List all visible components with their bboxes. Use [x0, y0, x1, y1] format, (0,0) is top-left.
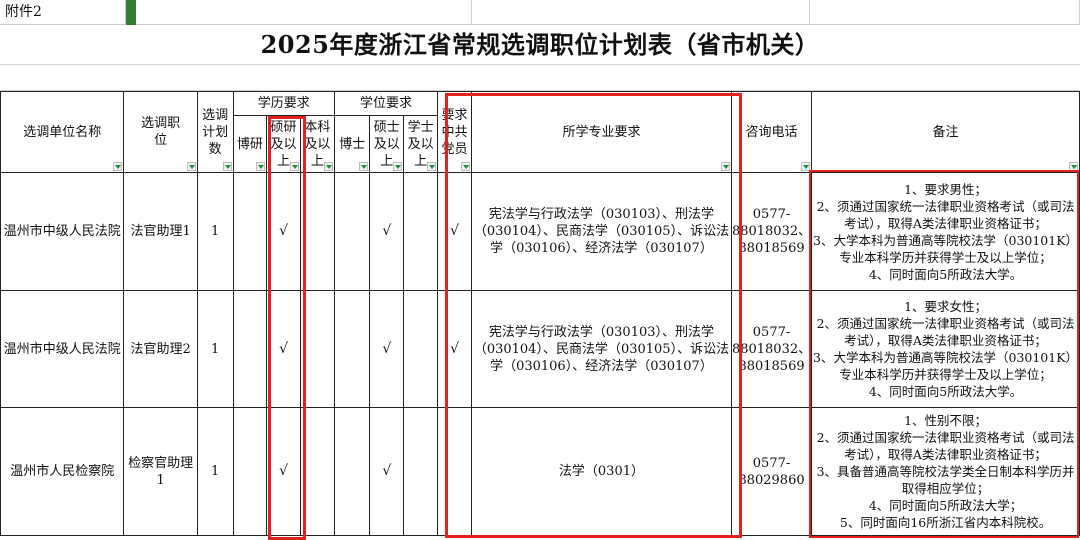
filter-dropdown-icon[interactable]	[427, 162, 437, 171]
header-deg-master: 硕士及以上	[369, 115, 405, 173]
filter-dropdown-icon[interactable]	[222, 162, 232, 171]
filter-dropdown-icon[interactable]	[460, 162, 470, 171]
empty-cell[interactable]	[136, 0, 472, 25]
grid-line	[0, 64, 1080, 65]
deg-phd-cell[interactable]	[333, 172, 371, 291]
deg-bachelor-cell[interactable]	[403, 407, 439, 536]
major-cell[interactable]: 宪法学与行政法学（030103）、刑法学（030104）、民商法学（030105…	[470, 172, 732, 291]
edu-bachelor-cell[interactable]	[299, 172, 335, 291]
header-major: 所学专业要求	[470, 91, 732, 173]
notes-cell[interactable]: 1、要求男性； 2、须通过国家统一法律职业资格考试（或司法考试），取得A类法律职…	[811, 172, 1080, 291]
empty-cell[interactable]	[810, 0, 1080, 25]
unit-cell[interactable]: 温州市人民检察院	[0, 407, 125, 536]
header-education-group: 学历要求	[232, 91, 335, 116]
filter-dropdown-icon[interactable]	[256, 162, 266, 171]
edu-master-check[interactable]: √	[266, 407, 301, 536]
deg-bachelor-cell[interactable]	[403, 290, 439, 408]
header-unit: 选调单位名称	[0, 91, 125, 173]
notes-cell[interactable]: 1、要求女性； 2、须通过国家统一法律职业资格考试（或司法考试），取得A类法律职…	[811, 290, 1080, 408]
header-phone: 咨询电话	[730, 91, 813, 173]
position-cell[interactable]: 法官助理1	[123, 172, 198, 291]
unit-cell[interactable]: 温州市中级人民法院	[0, 290, 125, 408]
filter-dropdown-icon[interactable]	[801, 162, 811, 171]
deg-master-check[interactable]: √	[369, 290, 405, 408]
note-line: 3、大学本科为普通高等院校法学（030101K）专业本科学历并获得学士及以上学位…	[813, 232, 1079, 265]
note-line: 2、须通过国家统一法律职业资格考试（或司法考试），取得A类法律职业资格证书；	[816, 198, 1075, 231]
header-edu-phd: 博研	[232, 115, 268, 173]
note-line: 4、同时面向5所政法大学。	[868, 266, 1023, 282]
spreadsheet: 附件2 2025年度浙江省常规选调职位计划表（省市机关） 选调单位名称 选调职位…	[0, 0, 1080, 540]
note-line: 1、性别不限；	[904, 413, 988, 428]
count-cell[interactable]: 1	[196, 172, 234, 291]
count-cell[interactable]: 1	[196, 407, 234, 536]
count-cell[interactable]: 1	[196, 290, 234, 408]
filter-dropdown-icon[interactable]	[1069, 162, 1078, 171]
header-degree-group: 学位要求	[333, 91, 439, 116]
filter-dropdown-icon[interactable]	[113, 162, 123, 171]
empty-cell[interactable]	[472, 0, 810, 25]
header-edu-bachelor: 本科及以上	[299, 115, 335, 173]
edu-phd-cell[interactable]	[232, 407, 268, 536]
page-title: 2025年度浙江省常规选调职位计划表（省市机关）	[260, 30, 820, 59]
major-cell[interactable]: 宪法学与行政法学（030103）、刑法学（030104）、民商法学（030105…	[470, 290, 732, 408]
note-line: 3、大学本科为普通高等院校法学（030101K）专业本科学历并获得学士及以上学位…	[813, 350, 1079, 382]
filter-dropdown-icon[interactable]	[720, 162, 730, 171]
phone-cell[interactable]: 0577-88029860	[730, 407, 813, 536]
header-notes: 备注	[811, 91, 1080, 173]
cell-marker	[126, 0, 136, 25]
filter-dropdown-icon[interactable]	[359, 162, 369, 171]
note-line: 3、具备普通高等院校法学类全日制本科学历并取得相应学位；	[816, 464, 1075, 496]
table-row: 温州市中级人民法院 法官助理1 1 √ √ √ 宪法学与行政法学（030103）…	[0, 172, 1080, 291]
deg-master-check[interactable]: √	[369, 407, 405, 536]
position-cell[interactable]: 法官助理2	[123, 290, 198, 408]
phone-cell[interactable]: 0577-88018032、88018569	[730, 172, 813, 291]
note-line: 2、须通过国家统一法律职业资格考试（或司法考试），取得A类法律职业资格证书；	[816, 430, 1075, 462]
note-line: 4、同时面向5所政法大学；	[868, 498, 1023, 513]
edu-bachelor-cell[interactable]	[299, 407, 335, 536]
edu-phd-cell[interactable]	[232, 290, 268, 408]
filter-dropdown-icon[interactable]	[289, 162, 299, 171]
deg-bachelor-cell[interactable]	[403, 172, 439, 291]
header-position: 选调职位	[123, 91, 198, 173]
note-line: 5、同时面向16所浙江省内本科院校。	[839, 515, 1052, 530]
header-plan-count: 选调计划数	[196, 91, 234, 173]
header-edu-master: 硕研及以上	[266, 115, 301, 173]
table-row: 温州市中级人民法院 法官助理2 1 √ √ √ 宪法学与行政法学（030103）…	[0, 290, 1080, 408]
major-cell[interactable]: 法学（0301）	[470, 407, 732, 536]
note-line: 2、须通过国家统一法律职业资格考试（或司法考试），取得A类法律职业资格证书；	[816, 316, 1075, 348]
party-check[interactable]: √	[437, 172, 472, 291]
party-check[interactable]: √	[437, 290, 472, 408]
filter-dropdown-icon[interactable]	[393, 162, 403, 171]
unit-cell[interactable]: 温州市中级人民法院	[0, 172, 125, 291]
table-row: 温州市人民检察院 检察官助理1 1 √ √ 法学（0301） 0577-8802…	[0, 407, 1080, 536]
deg-phd-cell[interactable]	[333, 407, 371, 536]
edu-master-check[interactable]: √	[266, 172, 301, 291]
annex-label[interactable]: 附件2	[0, 0, 126, 25]
filter-dropdown-icon[interactable]	[323, 162, 333, 171]
position-cell[interactable]: 检察官助理1	[123, 407, 198, 536]
deg-phd-cell[interactable]	[333, 290, 371, 408]
note-line: 1、要求女性；	[904, 299, 988, 314]
edu-bachelor-cell[interactable]	[299, 290, 335, 408]
phone-cell[interactable]: 0577-88018032、88018569	[730, 290, 813, 408]
header-deg-phd: 博士	[333, 115, 371, 173]
deg-master-check[interactable]: √	[369, 172, 405, 291]
header-deg-bachelor: 学士及以上	[403, 115, 439, 173]
party-check[interactable]	[437, 407, 472, 536]
edu-phd-cell[interactable]	[232, 172, 268, 291]
notes-cell[interactable]: 1、性别不限； 2、须通过国家统一法律职业资格考试（或司法考试），取得A类法律职…	[811, 407, 1080, 536]
note-line: 4、同时面向5所政法大学。	[868, 384, 1023, 399]
note-line: 1、要求男性；	[904, 181, 988, 197]
header-party: 要求中共党员	[437, 91, 472, 173]
edu-master-check[interactable]: √	[266, 290, 301, 408]
position-plan-table: 选调单位名称 选调职位 选调计划数 学历要求 学位要求 要求中共党员 所学专业要…	[0, 91, 1080, 536]
filter-dropdown-icon[interactable]	[186, 162, 196, 171]
